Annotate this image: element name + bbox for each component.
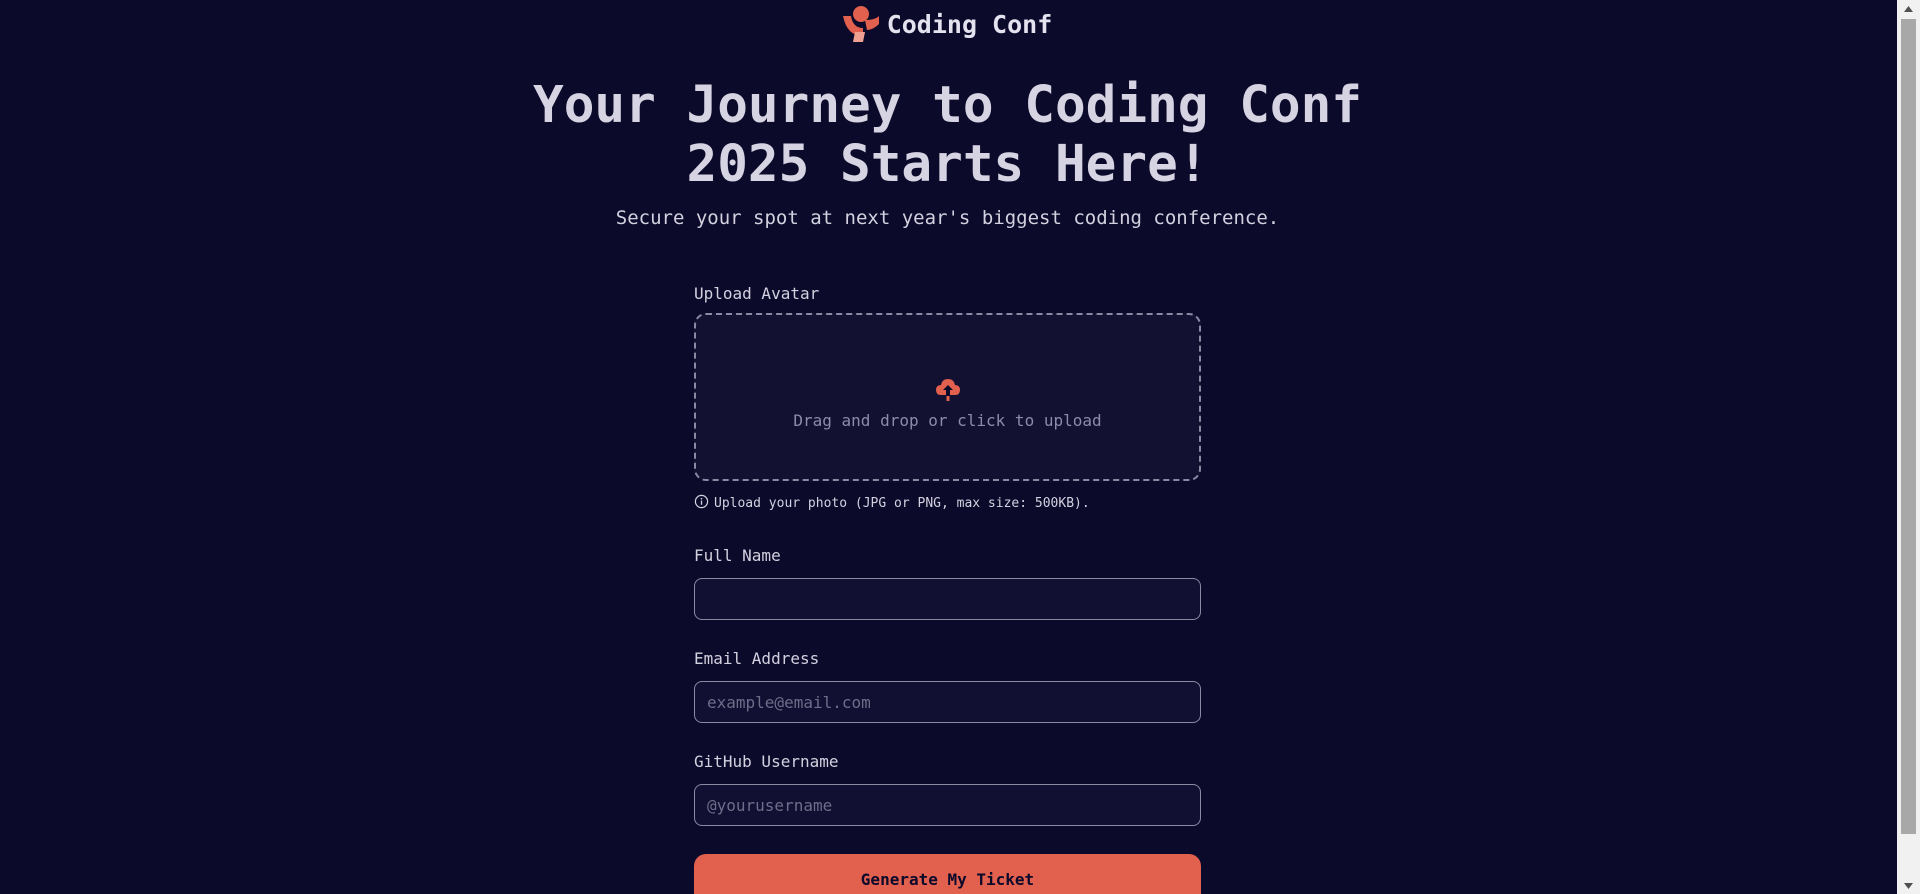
- generate-ticket-button[interactable]: Generate My Ticket: [694, 854, 1201, 894]
- github-input[interactable]: [694, 784, 1201, 826]
- email-label: Email Address: [694, 649, 820, 668]
- brand-header: Coding Conf: [0, 6, 1895, 42]
- page-title-line-1: Your Journey to Coding Conf: [532, 76, 1363, 135]
- avatar-label: Upload Avatar: [694, 284, 820, 303]
- email-input[interactable]: [694, 681, 1201, 723]
- page-title: Your Journey to Coding Conf 2025 Starts …: [0, 76, 1895, 194]
- info-icon: [694, 494, 709, 513]
- avatar-dropzone[interactable]: Drag and drop or click to upload: [694, 313, 1201, 481]
- github-label: GitHub Username: [694, 752, 839, 771]
- github-group: GitHub Username: [694, 752, 1201, 826]
- full-name-label: Full Name: [694, 546, 781, 565]
- email-group: Email Address: [694, 649, 1201, 723]
- scrollbar-thumb[interactable]: [1901, 19, 1916, 834]
- page: Coding Conf Your Journey to Coding Conf …: [0, 0, 1897, 894]
- avatar-hint-text: Upload your photo (JPG or PNG, max size:…: [714, 496, 1090, 511]
- page-subtitle: Secure your spot at next year's biggest …: [615, 207, 1280, 229]
- coding-conf-logo-icon: [842, 6, 879, 42]
- full-name-group: Full Name: [694, 546, 1201, 620]
- full-name-input[interactable]: [694, 578, 1201, 620]
- brand-name: Coding Conf: [886, 9, 1053, 39]
- page-title-line-2: 2025 Starts Here!: [686, 135, 1209, 194]
- scroll-down-arrow-icon[interactable]: [1897, 877, 1920, 894]
- upload-cloud-icon: [935, 377, 961, 405]
- dropzone-text: Drag and drop or click to upload: [793, 410, 1102, 430]
- vertical-scrollbar[interactable]: [1897, 0, 1920, 894]
- ticket-form: Upload Avatar Drag and drop or click to …: [694, 284, 1201, 894]
- avatar-hint: Upload your photo (JPG or PNG, max size:…: [694, 494, 1201, 513]
- scroll-up-arrow-icon[interactable]: [1897, 0, 1920, 17]
